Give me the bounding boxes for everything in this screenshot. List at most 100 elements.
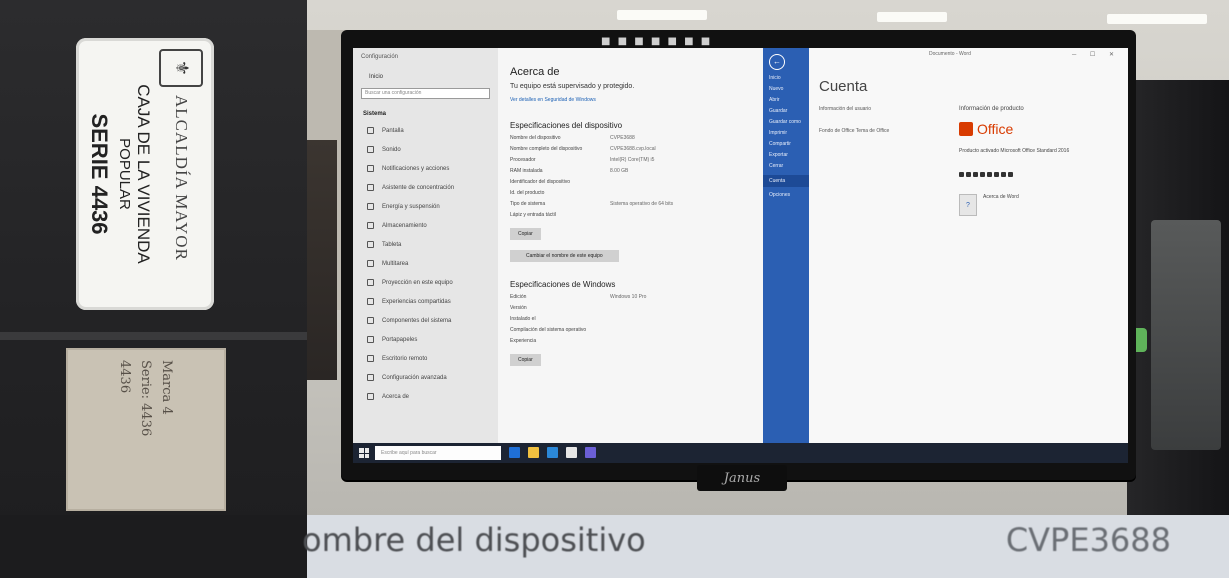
rename-pc-button[interactable]: Cambiar el nombre de este equipo [510, 250, 619, 262]
seal-icon: ⚜ [159, 49, 204, 87]
spec-value: CVPE3688 [610, 135, 635, 141]
spec-value: Intel(R) Core(TM) i5 [610, 157, 655, 163]
sidebar-item[interactable]: Notificaciones y acciones [353, 159, 498, 178]
sidebar-item-label: Configuración avanzada [382, 374, 447, 381]
spec-key: Tipo de sistema [510, 201, 546, 207]
spec-value [610, 316, 710, 322]
nav-item-icon [367, 203, 374, 210]
spec-row: Compilación del sistema operativo [510, 327, 763, 333]
sidebar-item[interactable]: Multitarea [353, 254, 498, 273]
sidebar-item[interactable]: Acerca de [353, 387, 498, 406]
spec-row: Id. del producto [510, 190, 763, 196]
spec-value: Windows 10 Pro [610, 294, 647, 300]
sidebar-item[interactable]: Componentes del sistema [353, 311, 498, 330]
sidebar-item[interactable]: Pantalla [353, 121, 498, 140]
account-title: Cuenta [819, 78, 868, 95]
backstage-item[interactable]: Cuenta [763, 175, 809, 187]
nav-item-icon [367, 260, 374, 267]
sidebar-item-label: Notificaciones y acciones [382, 165, 450, 172]
taskbar-app-icon[interactable] [547, 447, 558, 458]
user-info: Información del usuario [819, 106, 871, 112]
windows-specs-heading: Especificaciones de Windows [510, 280, 616, 289]
nav-item-icon [367, 184, 374, 191]
sidebar-item[interactable]: Tableta [353, 235, 498, 254]
taskbar-app-icon[interactable] [528, 447, 539, 458]
sidebar-item-label: Asistente de concentración [382, 184, 455, 191]
office-logo: Office [959, 121, 1013, 137]
taskbar-apps [509, 447, 596, 458]
protection-status: Tu equipo está supervisado y protegido. [510, 83, 635, 90]
spec-key: Edición [510, 294, 527, 300]
monitor-brand-logo: Janus [697, 465, 787, 491]
spec-value [610, 212, 710, 218]
backstage-item[interactable]: Guardar como [763, 114, 809, 125]
office-account-pane: Documento - Word ─ ☐ ✕ Cuenta Informació… [809, 48, 1128, 443]
tag-line: Serie: 4436 [138, 359, 154, 436]
product-info-heading: Información de producto [959, 106, 1024, 112]
zoomed-device-name-strip: ombre del dispositivo CVPE3688 [302, 515, 1229, 578]
sidebar-item[interactable]: Almacenamiento [353, 216, 498, 235]
sidebar-item-label: Sonido [382, 146, 401, 153]
office-logo-icon [959, 122, 973, 136]
sidebar-item[interactable]: Configuración avanzada [353, 368, 498, 387]
taskbar: Escribe aquí para buscar [353, 443, 1128, 463]
about-word[interactable]: ? Acerca de Word [959, 194, 1103, 216]
backstage-item[interactable]: Nuevo [763, 81, 809, 92]
settings-search-input[interactable]: Buscar una configuración [361, 88, 490, 99]
sidebar-item-label: Almacenamiento [382, 222, 427, 229]
office-backstage-rail: ← Inicio Nuevo Abrir Guardar Guardar como Imp… [763, 48, 809, 443]
help-icon: ? [959, 194, 977, 216]
zoom-label: ombre del dispositivo [302, 521, 646, 559]
office-window-title: Documento - Word [929, 51, 971, 57]
sidebar-item[interactable]: Asistente de concentración [353, 178, 498, 197]
security-link[interactable]: Ver detalles en Seguridad de Windows [510, 97, 763, 103]
about-word-label: Acerca de Word [983, 194, 1019, 200]
sidebar-item-label: Acerca de [382, 393, 410, 400]
nav-item-icon [367, 241, 374, 248]
sidebar-item[interactable]: Proyección en este equipo [353, 273, 498, 292]
sticker-entity: ALCALDÍA MAYOR [172, 95, 192, 261]
backstage-item[interactable]: Guardar [763, 103, 809, 114]
window-controls[interactable]: ─ ☐ ✕ [1072, 51, 1120, 58]
backstage-item[interactable]: Compartir [763, 136, 809, 147]
sidebar-item-label: Tableta [382, 241, 402, 248]
spec-value [610, 327, 710, 333]
nav-item-icon [367, 336, 374, 343]
backstage-item[interactable]: Opciones [763, 187, 809, 198]
taskbar-app-icon[interactable] [509, 447, 520, 458]
app-icons-row [959, 172, 1013, 177]
taskbar-app-icon[interactable] [566, 447, 577, 458]
spec-key: Identificador del dispositivo [510, 179, 571, 185]
nav-home[interactable]: Inicio [353, 60, 498, 80]
copy-button[interactable]: Copiar [510, 228, 541, 240]
windows-start-icon[interactable] [359, 448, 369, 458]
spec-value: Sistema operativo de 64 bits [610, 201, 674, 207]
sidebar-item[interactable]: Escritorio remoto [353, 349, 498, 368]
sticker-serie: SERIE 4436 [87, 113, 113, 235]
back-arrow-icon[interactable]: ← [769, 54, 785, 70]
nav-item-icon [367, 222, 374, 229]
backstage-item[interactable]: Cerrar [763, 158, 809, 169]
user-settings: Fondo de Office Tema de Office [819, 128, 890, 134]
backstage-item[interactable]: Abrir [763, 92, 809, 103]
sidebar-item[interactable]: Sonido [353, 140, 498, 159]
screen: Configuración Inicio Buscar una configur… [353, 48, 1128, 463]
sidebar-item-label: Escritorio remoto [382, 355, 428, 362]
backstage-item[interactable]: Imprimir [763, 125, 809, 136]
settings-window-title: Configuración [361, 54, 399, 60]
person-background [307, 140, 337, 380]
backstage-item[interactable]: Exportar [763, 147, 809, 158]
sidebar-item[interactable]: Energía y suspensión [353, 197, 498, 216]
spec-value [610, 190, 710, 196]
sidebar-item[interactable]: Experiencias compartidas [353, 292, 498, 311]
taskbar-app-icon[interactable] [585, 447, 596, 458]
sticker-line1: CAJA DE LA VIVIENDA [134, 84, 154, 264]
spec-key: RAM instalada [510, 168, 543, 174]
taskbar-search-input[interactable]: Escribe aquí para buscar [375, 446, 501, 460]
spec-key: Id. del producto [510, 190, 545, 196]
sidebar-item[interactable]: Portapapeles [353, 330, 498, 349]
sticker-line2: POPULAR [116, 138, 134, 210]
spec-key: Nombre completo del dispositivo [510, 146, 583, 152]
copy-button-2[interactable]: Copiar [510, 354, 541, 366]
backstage-item[interactable]: Inicio [763, 70, 809, 81]
